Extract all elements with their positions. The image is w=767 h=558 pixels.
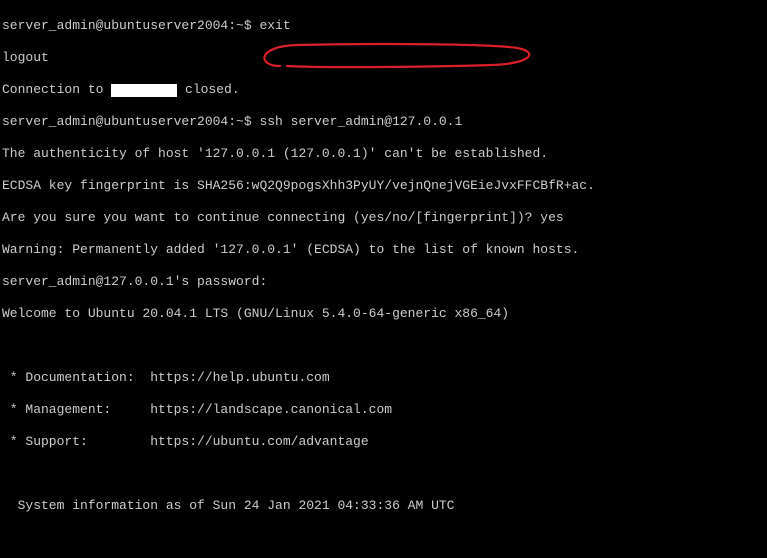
command-exit: exit: [259, 18, 290, 33]
blank: [2, 530, 765, 546]
connection-closed-post: closed.: [177, 82, 239, 97]
warning-added: Warning: Permanently added '127.0.0.1' (…: [2, 242, 765, 258]
terminal-output[interactable]: server_admin@ubuntuserver2004:~$ exit lo…: [0, 0, 767, 558]
password-prompt: server_admin@127.0.0.1's password:: [2, 274, 765, 290]
authenticity-msg: The authenticity of host '127.0.0.1 (127…: [2, 146, 765, 162]
command-ssh: ssh server_admin@127.0.0.1: [259, 114, 462, 129]
blank: [2, 466, 765, 482]
fingerprint-msg: ECDSA key fingerprint is SHA256:wQ2Q9pog…: [2, 178, 765, 194]
connection-closed-pre: Connection to: [2, 82, 111, 97]
support-link: * Support: https://ubuntu.com/advantage: [2, 434, 765, 450]
sysinfo-header: System information as of Sun 24 Jan 2021…: [2, 498, 765, 514]
redacted-ip-1: [111, 84, 177, 97]
doc-link: * Documentation: https://help.ubuntu.com: [2, 370, 765, 386]
mgmt-link: * Management: https://landscape.canonica…: [2, 402, 765, 418]
logout-msg: logout: [2, 50, 765, 66]
welcome-banner: Welcome to Ubuntu 20.04.1 LTS (GNU/Linux…: [2, 306, 765, 322]
prompt-1: server_admin@ubuntuserver2004:~$: [2, 18, 259, 33]
blank: [2, 338, 765, 354]
prompt-2: server_admin@ubuntuserver2004:~$: [2, 114, 259, 129]
continue-prompt: Are you sure you want to continue connec…: [2, 210, 765, 226]
